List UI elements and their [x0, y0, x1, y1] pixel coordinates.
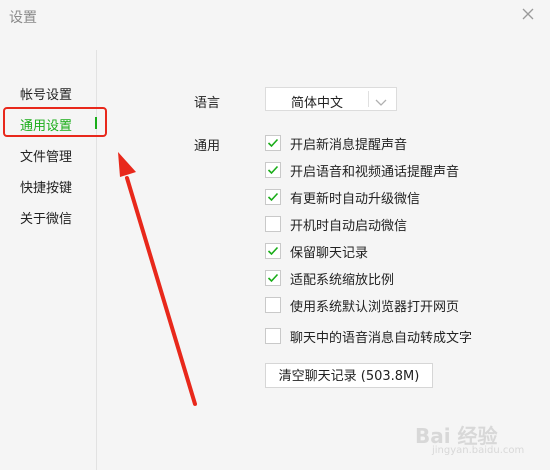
language-select[interactable]: 简体中文 [265, 87, 397, 111]
sidebar-item-files[interactable]: 文件管理 [20, 146, 72, 165]
window-title: 设置 [9, 10, 37, 26]
checkbox[interactable] [265, 297, 281, 313]
checkbox[interactable] [265, 328, 281, 344]
checkbox[interactable] [265, 270, 281, 286]
sidebar-item-shortcuts[interactable]: 快捷按键 [20, 177, 72, 196]
checkbox[interactable] [265, 189, 281, 205]
option-label: 使用系统默认浏览器打开网页 [290, 300, 460, 315]
close-icon[interactable] [520, 6, 536, 22]
select-separator [368, 91, 369, 107]
watermark-url: jingyan.baidu.com [432, 445, 525, 456]
annotation-highlight-box [3, 107, 107, 137]
general-label: 通用 [194, 139, 221, 154]
checkbox[interactable] [265, 243, 281, 259]
language-label: 语言 [194, 96, 221, 111]
sidebar-item-about[interactable]: 关于微信 [20, 208, 72, 227]
checkbox[interactable] [265, 216, 281, 232]
annotation-arrow-icon [118, 152, 197, 406]
option-label: 开启语音和视频通话提醒声音 [290, 165, 460, 180]
option-label: 开机时自动启动微信 [290, 219, 408, 234]
option-label: 聊天中的语音消息自动转成文字 [290, 331, 473, 346]
chevron-down-icon [374, 93, 388, 106]
option-label: 有更新时自动升级微信 [290, 192, 421, 207]
checkbox[interactable] [265, 162, 281, 178]
checkbox[interactable] [265, 135, 281, 151]
sidebar-item-account[interactable]: 帐号设置 [20, 84, 72, 103]
option-label: 适配系统缩放比例 [290, 273, 395, 288]
option-label: 开启新消息提醒声音 [290, 138, 408, 153]
option-label: 保留聊天记录 [290, 246, 369, 261]
clear-history-button[interactable]: 清空聊天记录 (503.8M) [265, 363, 433, 388]
language-selected-value: 简体中文 [290, 96, 343, 111]
